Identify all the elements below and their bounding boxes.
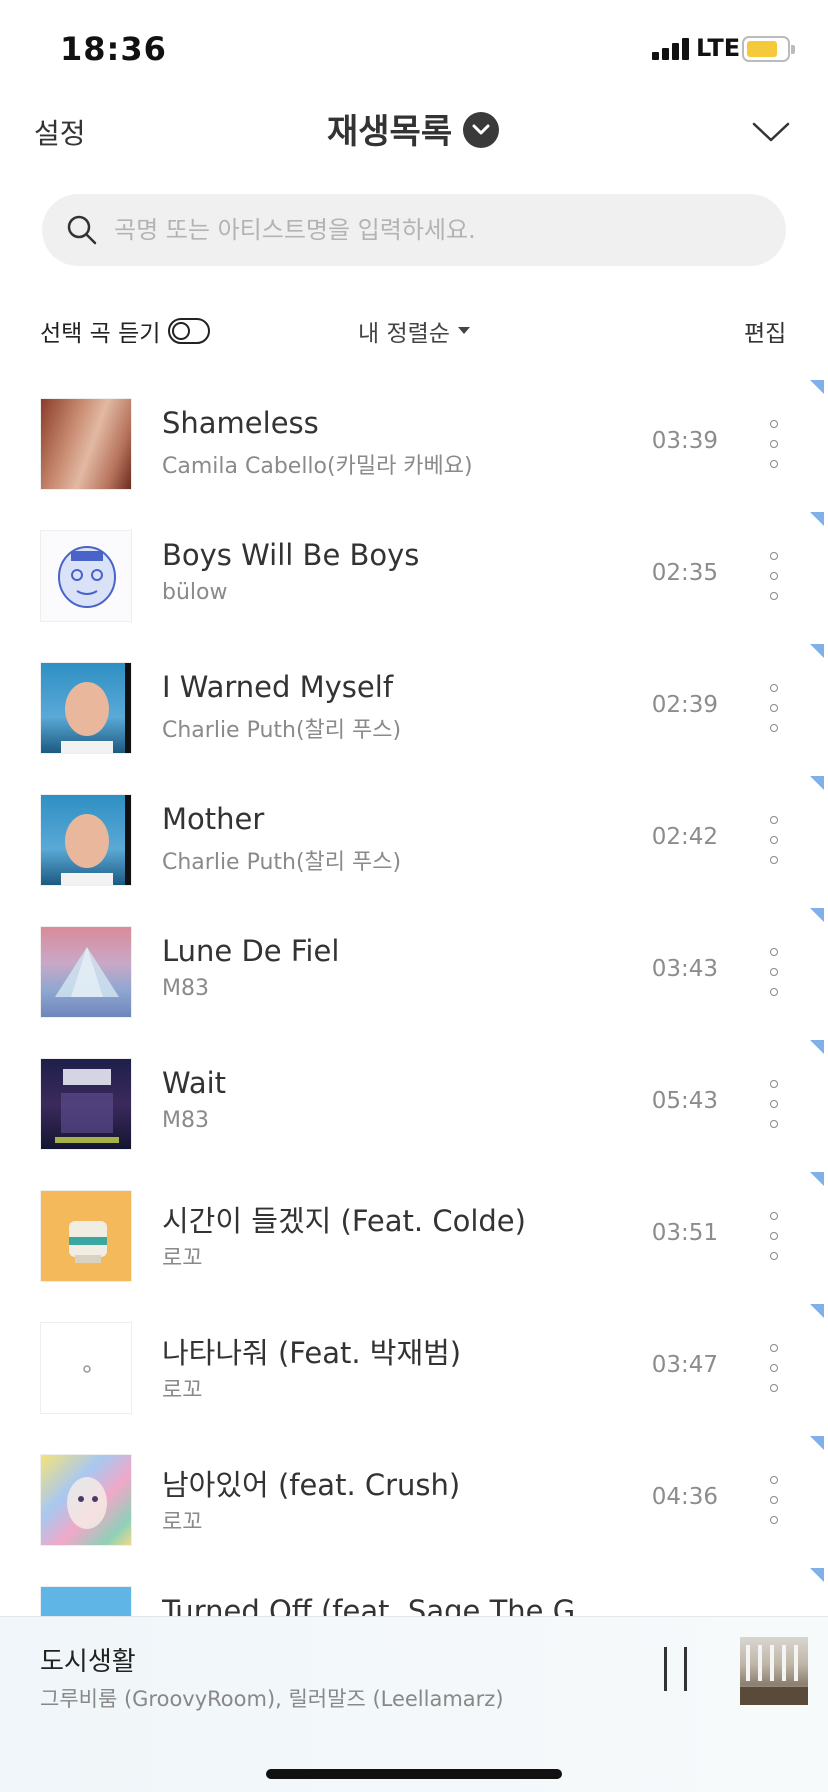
track-row[interactable]: Turned Off (feat. Sage The Gemini)	[0, 1568, 828, 1616]
track-artist: 로꼬	[162, 1378, 203, 1403]
track-artist: 로꼬	[162, 1246, 203, 1271]
status-bar: 18:36 LTE	[0, 0, 828, 100]
track-row[interactable]: 시간이 들겠지 (Feat. Colde) 로꼬 03:51	[0, 1172, 828, 1304]
track-title: Mother	[162, 802, 265, 836]
track-artist: Charlie Puth(찰리 푸스)	[162, 718, 402, 743]
album-art	[40, 794, 132, 886]
corner-marker	[810, 1040, 824, 1054]
album-art	[40, 1058, 132, 1150]
track-row[interactable]: I Warned Myself Charlie Puth(찰리 푸스) 02:3…	[0, 644, 828, 776]
track-duration: 03:39	[651, 428, 718, 454]
search-icon	[67, 215, 97, 245]
track-artist: Camila Cabello(카밀라 카베요)	[162, 454, 473, 479]
more-vertical-icon[interactable]	[762, 416, 786, 472]
corner-marker	[810, 776, 824, 790]
home-indicator[interactable]	[266, 1769, 562, 1779]
edit-button[interactable]: 편집	[744, 314, 786, 348]
now-playing-bar[interactable]: 도시생활 그루비룸 (GroovyRoom), 릴러말즈 (Leellamarz…	[0, 1616, 828, 1792]
track-duration: 03:43	[651, 956, 718, 982]
now-playing-title: 도시생활	[40, 1647, 136, 1677]
collapse-chevron-icon[interactable]	[750, 112, 792, 154]
album-art	[40, 926, 132, 1018]
track-title: I Warned Myself	[162, 670, 394, 704]
more-vertical-icon[interactable]	[762, 812, 786, 868]
track-artist: Charlie Puth(찰리 푸스)	[162, 850, 402, 875]
album-art	[40, 398, 132, 490]
select-listen-toggle[interactable]	[168, 318, 210, 344]
corner-marker	[810, 908, 824, 922]
track-row[interactable]: 나타나줘 (Feat. 박재범) 로꼬 03:47	[0, 1304, 828, 1436]
track-title: 나타나줘 (Feat. 박재범)	[162, 1336, 462, 1370]
chevron-down-badge-icon[interactable]	[463, 112, 499, 148]
battery-icon	[742, 36, 795, 62]
select-listen-label: 선택 곡 듣기	[40, 321, 161, 347]
search-input[interactable]	[114, 194, 754, 266]
track-title: Lune De Fiel	[162, 934, 340, 968]
track-title: Shameless	[162, 406, 319, 440]
corner-marker	[810, 1304, 824, 1318]
status-time: 18:36	[60, 30, 167, 68]
track-row[interactable]: Shameless Camila Cabello(카밀라 카베요) 03:39	[0, 380, 828, 512]
pause-icon[interactable]	[660, 1647, 692, 1691]
track-row[interactable]: Lune De Fiel M83 03:43	[0, 908, 828, 1040]
more-vertical-icon[interactable]	[762, 680, 786, 736]
more-vertical-icon[interactable]	[762, 944, 786, 1000]
signal-icon	[652, 38, 692, 60]
track-artist: 로꼬	[162, 1510, 203, 1535]
track-title: Boys Will Be Boys	[162, 538, 420, 572]
track-artist: bülow	[162, 580, 228, 605]
more-vertical-icon[interactable]	[762, 1076, 786, 1132]
more-vertical-icon[interactable]	[762, 1340, 786, 1396]
track-duration: 05:43	[651, 1088, 718, 1114]
track-title: 남아있어 (feat. Crush)	[162, 1468, 461, 1502]
list-toolbar: 선택 곡 듣기 내 정렬순 편집	[0, 300, 828, 360]
track-row[interactable]: 남아있어 (feat. Crush) 로꼬 04:36	[0, 1436, 828, 1568]
track-artist: M83	[162, 1108, 209, 1133]
more-vertical-icon[interactable]	[762, 1208, 786, 1264]
corner-marker	[810, 644, 824, 658]
track-duration: 03:47	[651, 1352, 718, 1378]
corner-marker	[810, 1436, 824, 1450]
track-row[interactable]: Wait M83 05:43	[0, 1040, 828, 1172]
now-playing-album-art[interactable]	[740, 1637, 808, 1705]
track-title: Wait	[162, 1066, 227, 1100]
sort-dropdown[interactable]: 내 정렬순	[358, 314, 450, 348]
album-art	[40, 1190, 132, 1282]
track-row[interactable]: Boys Will Be Boys bülow 02:35	[0, 512, 828, 644]
track-duration: 02:39	[651, 692, 718, 718]
track-duration: 02:42	[651, 824, 718, 850]
corner-marker	[810, 1172, 824, 1186]
caret-down-icon[interactable]	[458, 327, 470, 334]
settings-button[interactable]: 설정	[34, 112, 86, 152]
track-title: Turned Off (feat. Sage The Gemini)	[162, 1594, 622, 1616]
album-art	[40, 1454, 132, 1546]
corner-marker	[810, 380, 824, 394]
track-duration: 04:36	[651, 1484, 718, 1510]
track-title: 시간이 들겠지 (Feat. Colde)	[162, 1204, 526, 1238]
track-row[interactable]: Mother Charlie Puth(찰리 푸스) 02:42	[0, 776, 828, 908]
album-art	[40, 662, 132, 754]
track-duration: 03:51	[651, 1220, 718, 1246]
album-art	[40, 1586, 132, 1616]
more-vertical-icon[interactable]	[762, 548, 786, 604]
page-title[interactable]: 재생목록	[327, 104, 452, 153]
track-duration: 02:35	[651, 560, 718, 586]
album-art	[40, 1322, 132, 1414]
more-vertical-icon[interactable]	[762, 1472, 786, 1528]
network-label: LTE	[696, 34, 741, 62]
album-art	[40, 530, 132, 622]
track-list[interactable]: Shameless Camila Cabello(카밀라 카베요) 03:39 …	[0, 380, 828, 1616]
search-bar[interactable]	[42, 194, 786, 266]
now-playing-artist: 그루비룸 (GroovyRoom), 릴러말즈 (Leellamarz)	[40, 1687, 504, 1711]
corner-marker	[810, 512, 824, 526]
corner-marker	[810, 1568, 824, 1582]
track-artist: M83	[162, 976, 209, 1001]
